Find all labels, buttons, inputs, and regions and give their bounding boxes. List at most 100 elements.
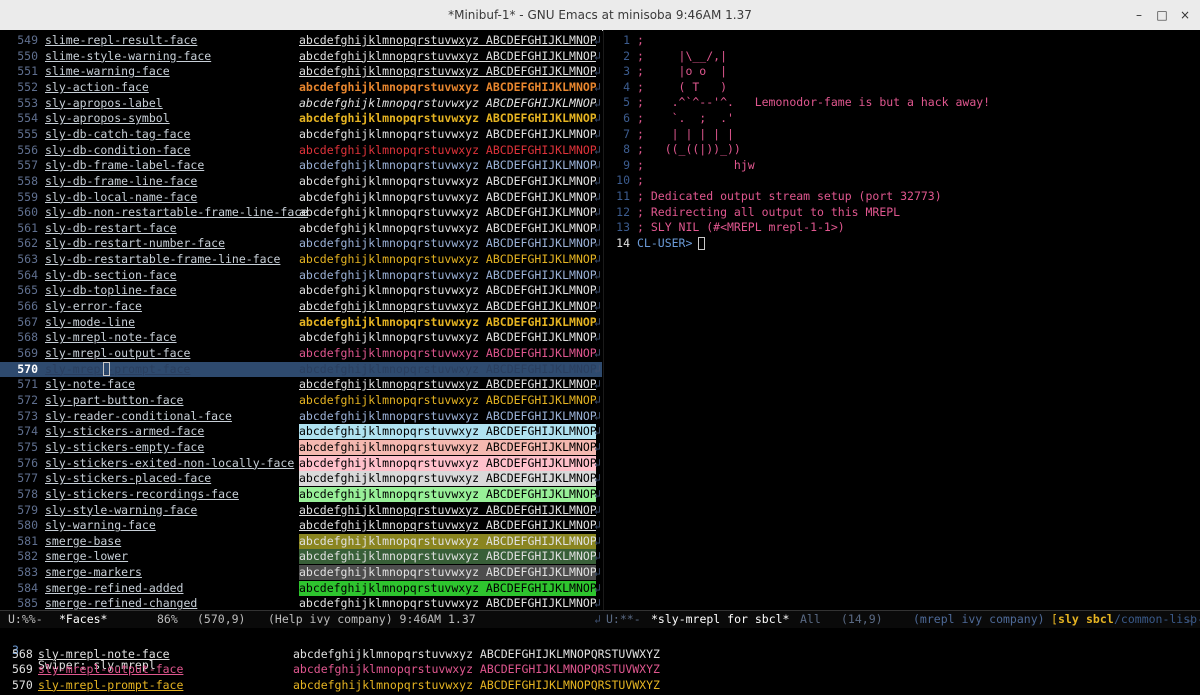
candidate-sample: abcdefghijklmnopqrstuvwxyz ABCDEFGHIJKLM… bbox=[293, 662, 660, 676]
face-name-link[interactable]: sly-db-frame-label-face bbox=[45, 158, 204, 173]
face-sample: abcdefghijklmnopqrstuvwxyz ABCDEFGHIJKLM… bbox=[299, 236, 596, 251]
face-sample: abcdefghijklmnopqrstuvwxyz ABCDEFGHIJKLM… bbox=[299, 518, 596, 533]
sly-mrepl-buffer[interactable]: 1; 2 ; |\__/,| 3 ; |o o | 4 ; ( T ) 5 ; .^`^--'^… bbox=[604, 30, 1200, 610]
face-name-link[interactable]: sly-note-face bbox=[45, 377, 135, 392]
wrap-indicator-icon: ↲ bbox=[594, 502, 601, 517]
face-name-link[interactable]: sly-apropos-symbol bbox=[45, 111, 170, 126]
face-name-link[interactable]: sly-db-restart-number-face bbox=[45, 236, 225, 251]
line-number: 562 bbox=[17, 236, 38, 251]
face-sample: abcdefghijklmnopqrstuvwxyz ABCDEFGHIJKLM… bbox=[299, 173, 596, 188]
face-name-link[interactable]: smerge-refined-changed bbox=[45, 596, 197, 610]
face-sample: abcdefghijklmnopqrstuvwxyz ABCDEFGHIJKLM… bbox=[299, 33, 596, 47]
wrap-indicator-icon: ↲ bbox=[594, 48, 601, 63]
face-sample: abcdefghijklmnopqrstuvwxyz ABCDEFGHIJKLM… bbox=[299, 299, 596, 314]
face-name-link[interactable]: sly-stickers-exited-non-locally-face bbox=[45, 456, 294, 471]
face-name-link[interactable]: sly-db-topline-face bbox=[45, 283, 177, 298]
close-icon[interactable]: × bbox=[1176, 6, 1194, 24]
modeline-sbcl-indicator[interactable]: sbcl bbox=[1086, 611, 1114, 628]
wrap-indicator-icon: ↲ bbox=[594, 126, 601, 141]
text-cursor bbox=[698, 236, 705, 250]
modeline-right-position: (14,9) bbox=[841, 612, 883, 626]
maximize-icon[interactable]: □ bbox=[1153, 6, 1171, 24]
face-name-link[interactable]: sly-warning-face bbox=[45, 518, 156, 533]
face-name-link[interactable]: smerge-lower bbox=[45, 549, 128, 564]
repl-comment: ; ( T ) bbox=[637, 79, 728, 94]
minibuffer[interactable]: 3 Swiper: sly-mrepl 568 sly-mrepl-note-fa… bbox=[0, 628, 1200, 695]
face-name-link[interactable]: sly-db-section-face bbox=[45, 268, 177, 283]
line-number: 584 bbox=[17, 580, 38, 595]
face-sample: abcdefghijklmnopqrstuvwxyz ABCDEFGHIJKLM… bbox=[299, 502, 596, 517]
modeline-left-buffer[interactable]: *Faces* bbox=[59, 611, 107, 628]
face-name-link[interactable]: sly-mrepl-output-face bbox=[45, 346, 190, 361]
face-sample: abcdefghijklmnopqrstuvwxyz ABCDEFGHIJKLM… bbox=[299, 111, 596, 126]
line-number: 569 bbox=[17, 346, 38, 360]
face-sample: abcdefghijklmnopqrstuvwxyz ABCDEFGHIJKLM… bbox=[299, 408, 596, 423]
face-name-link[interactable]: sly-db-local-name-face bbox=[45, 190, 197, 205]
face-sample: abcdefghijklmnopqrstuvwxyz ABCDEFGHIJKLM… bbox=[299, 330, 596, 345]
modeline-right-buffer[interactable]: *sly-mrepl for sbcl* bbox=[651, 611, 789, 628]
face-sample: abcdefghijklmnopqrstuvwxyz ABCDEFGHIJKLM… bbox=[299, 361, 596, 376]
line-number: 564 bbox=[17, 267, 38, 282]
title-bar: *Minibuf-1* - GNU Emacs at minisoba 9:46… bbox=[0, 0, 1200, 31]
wrap-indicator-icon: ↲ bbox=[594, 612, 601, 626]
candidate-face-name[interactable]: sly-mrepl-output-face bbox=[38, 662, 183, 677]
modeline-left-position: (570,9) bbox=[197, 612, 246, 626]
wrap-indicator-icon: ↲ bbox=[594, 283, 601, 298]
faces-buffer[interactable]: 549 slime-repl-result-face abcdefghijklmno… bbox=[0, 30, 602, 610]
candidate-face-name[interactable]: sly-mrepl-prompt-face bbox=[38, 678, 183, 693]
face-sample: abcdefghijklmnopqrstuvwxyz ABCDEFGHIJKLM… bbox=[299, 314, 596, 329]
line-number: 574 bbox=[17, 424, 38, 439]
face-name-link[interactable]: smerge-base bbox=[45, 534, 121, 549]
face-name-link[interactable]: sly-db-non-restartable-frame-line-face bbox=[45, 205, 308, 220]
face-name-link[interactable]: sly-db-restart-face bbox=[45, 221, 177, 236]
wrap-indicator-icon: ↲ bbox=[594, 455, 601, 470]
face-name-link[interactable]: sly-apropos-label bbox=[45, 96, 163, 111]
wrap-indicator-icon: ↲ bbox=[594, 173, 601, 188]
face-name-link[interactable]: sly-stickers-recordings-face bbox=[45, 487, 239, 502]
face-name-link[interactable]: smerge-markers bbox=[45, 565, 142, 580]
line-number: 567 bbox=[17, 314, 38, 329]
face-name-link[interactable]: sly-stickers-placed-face bbox=[45, 471, 211, 486]
face-name-link[interactable]: sly-part-button-face bbox=[45, 393, 183, 408]
wrap-indicator-icon: ↲ bbox=[594, 439, 601, 454]
modeline-sly-indicator[interactable]: sly bbox=[1058, 611, 1079, 628]
face-name-link[interactable]: slime-warning-face bbox=[45, 64, 170, 79]
line-number: 13 bbox=[616, 220, 630, 235]
face-name-link[interactable]: sly-error-face bbox=[45, 299, 142, 314]
line-number: 554 bbox=[17, 111, 38, 126]
line-number: 12 bbox=[616, 204, 630, 219]
line-number: 575 bbox=[17, 439, 38, 454]
face-row[interactable]: 570 sly-mrepl-prompt-face abcdefghijklmnop… bbox=[0, 361, 602, 377]
swiper-prompt-line[interactable]: 3 Swiper: sly-mrepl bbox=[0, 628, 156, 672]
wrap-indicator-icon: ↲ bbox=[594, 205, 601, 220]
line-number: 3 bbox=[623, 64, 630, 79]
repl-comment: ; ((_((|))_)) bbox=[637, 142, 741, 157]
wrap-indicator-icon: ↲ bbox=[594, 565, 601, 580]
mode-line[interactable]: U:%%- *Faces* 86% (570,9) (Help ivy comp… bbox=[0, 610, 1200, 628]
face-name-link[interactable]: sly-stickers-armed-face bbox=[45, 424, 204, 439]
face-name-link[interactable]: sly-mode-line bbox=[45, 315, 135, 330]
repl-comment: ; |o o | bbox=[637, 64, 728, 79]
minimize-icon[interactable]: – bbox=[1130, 6, 1148, 24]
face-name-link[interactable]: sly-db-catch-tag-face bbox=[45, 127, 190, 142]
face-name-link[interactable]: slime-style-warning-face bbox=[45, 49, 211, 64]
face-name-link[interactable]: sly-style-warning-face bbox=[45, 503, 197, 518]
line-number: 568 bbox=[17, 330, 38, 345]
face-name-link[interactable]: sly-mrepl-prompt-face bbox=[45, 362, 190, 377]
line-number: 11 bbox=[616, 189, 630, 203]
face-name-link[interactable]: sly-db-condition-face bbox=[45, 143, 190, 158]
face-name-link[interactable]: sly-action-face bbox=[45, 80, 149, 95]
line-number: 572 bbox=[17, 392, 38, 407]
face-sample: abcdefghijklmnopqrstuvwxyz ABCDEFGHIJKLM… bbox=[299, 189, 596, 204]
line-number: 568 bbox=[12, 646, 33, 661]
face-name-link[interactable]: smerge-refined-added bbox=[45, 581, 183, 596]
face-name-link[interactable]: sly-db-frame-line-face bbox=[45, 174, 197, 189]
face-name-link[interactable]: slime-repl-result-face bbox=[45, 33, 197, 48]
candidate-face-name[interactable]: sly-mrepl-note-face bbox=[38, 647, 170, 662]
face-name-link[interactable]: sly-stickers-empty-face bbox=[45, 440, 204, 455]
face-name-link[interactable]: sly-db-restartable-frame-line-face bbox=[45, 252, 280, 267]
candidate-sample: abcdefghijklmnopqrstuvwxyz ABCDEFGHIJKLM… bbox=[293, 677, 660, 692]
face-name-link[interactable]: sly-reader-conditional-face bbox=[45, 409, 232, 424]
face-sample: abcdefghijklmnopqrstuvwxyz ABCDEFGHIJKLM… bbox=[299, 205, 596, 220]
face-name-link[interactable]: sly-mrepl-note-face bbox=[45, 330, 177, 345]
